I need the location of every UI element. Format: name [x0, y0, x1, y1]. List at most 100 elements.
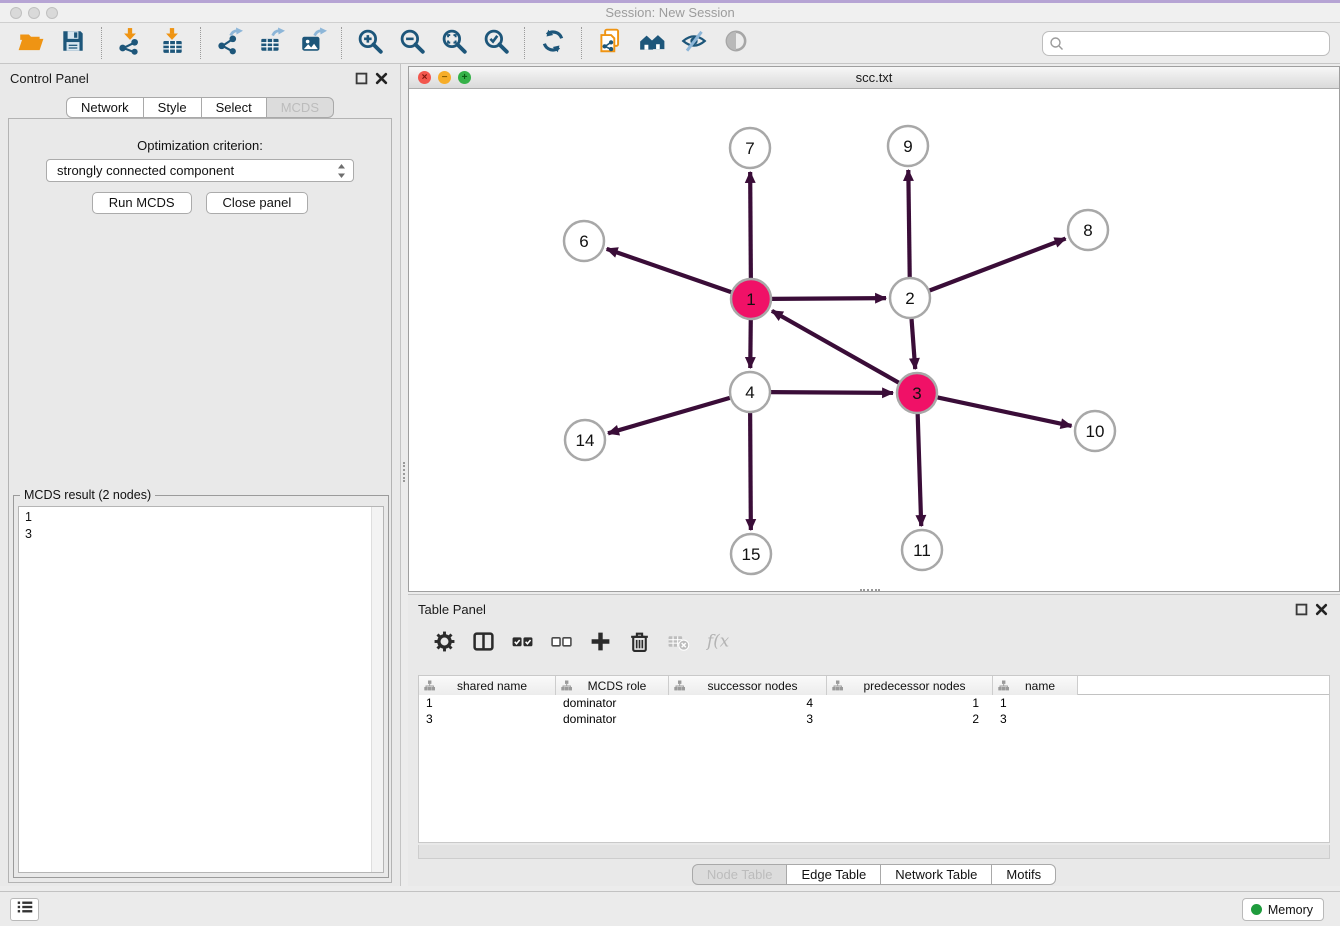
export-table-icon: [257, 27, 285, 60]
tab-network-table[interactable]: Network Table: [880, 864, 992, 885]
graph-node-label: 1: [746, 290, 755, 309]
mcds-result-list[interactable]: 13: [18, 506, 384, 873]
graph-node-11[interactable]: 11: [902, 530, 942, 570]
graph-node-7[interactable]: 7: [730, 128, 770, 168]
refresh-layout-button[interactable]: [532, 25, 574, 61]
graph-node-14[interactable]: 14: [565, 420, 605, 460]
graph-node-label: 7: [745, 139, 754, 158]
import-network-button[interactable]: [109, 25, 151, 61]
graph-edge-1-7[interactable]: [750, 172, 751, 278]
copy-network-button[interactable]: [589, 25, 631, 61]
cell-name[interactable]: 1: [993, 695, 1078, 711]
delete-table-button: [666, 633, 690, 655]
column-header-label: predecessor nodes: [863, 679, 965, 693]
graph-edge-1-2[interactable]: [772, 298, 886, 299]
graph-edge-3-11[interactable]: [918, 414, 922, 526]
table-toolbar: f(x): [418, 623, 1330, 665]
import-table-button[interactable]: [151, 25, 193, 61]
graph-edge-4-15[interactable]: [750, 413, 751, 530]
close-panel-icon[interactable]: [1315, 603, 1328, 616]
network-home-button[interactable]: [631, 25, 673, 61]
graph-node-3[interactable]: 3: [897, 373, 937, 413]
result-scrollbar[interactable]: [371, 507, 383, 872]
search-input[interactable]: [1042, 31, 1330, 56]
cell-successor-nodes[interactable]: 4: [669, 695, 827, 711]
columns-button[interactable]: [471, 633, 495, 655]
export-table-button[interactable]: [250, 25, 292, 61]
tab-motifs[interactable]: Motifs: [991, 864, 1056, 885]
cell-predecessor-nodes[interactable]: 2: [827, 711, 993, 727]
mcds-result-title: MCDS result (2 nodes): [20, 488, 155, 502]
close-panel-button[interactable]: Close panel: [206, 192, 309, 214]
cell-name[interactable]: 3: [993, 711, 1078, 727]
tab-edge-table[interactable]: Edge Table: [786, 864, 881, 885]
table-row: 3dominator323: [419, 711, 1329, 727]
graph-node-15[interactable]: 15: [731, 534, 771, 574]
graph-edge-4-3[interactable]: [771, 392, 893, 393]
graph-edge-1-6[interactable]: [607, 249, 731, 292]
save-button[interactable]: [52, 25, 94, 61]
network-canvas[interactable]: 1 2 3 4 6 7 8 9 10 11 14 15: [409, 90, 1339, 597]
graph-node-8[interactable]: 8: [1068, 210, 1108, 250]
graph-edge-3-1[interactable]: [772, 311, 899, 383]
tab-select[interactable]: Select: [201, 97, 267, 118]
cell-mcds-role[interactable]: dominator: [556, 695, 669, 711]
column-header-predecessor-nodes[interactable]: predecessor nodes: [827, 676, 993, 695]
memory-button[interactable]: Memory: [1242, 898, 1324, 921]
cell-successor-nodes[interactable]: 3: [669, 711, 827, 727]
column-header-name[interactable]: name: [993, 676, 1078, 695]
run-mcds-button[interactable]: Run MCDS: [92, 192, 192, 214]
export-network-button[interactable]: [208, 25, 250, 61]
cell-shared-name[interactable]: 3: [419, 711, 556, 727]
add-button[interactable]: [588, 633, 612, 655]
cell-predecessor-nodes[interactable]: 1: [827, 695, 993, 711]
graph-node-2[interactable]: 2: [890, 278, 930, 318]
graph-edge-3-10[interactable]: [938, 397, 1072, 426]
graph-edge-2-3[interactable]: [912, 319, 916, 369]
graph-node-6[interactable]: 6: [564, 221, 604, 261]
hide-panel-button[interactable]: [673, 25, 715, 61]
graph-node-9[interactable]: 9: [888, 126, 928, 166]
memory-status-dot: [1251, 904, 1262, 915]
delete-table-icon: [667, 630, 690, 658]
control-panel-tabs: NetworkStyleSelectMCDS: [0, 97, 400, 118]
gear-button[interactable]: [432, 633, 456, 655]
deselect-all-button[interactable]: [549, 633, 573, 655]
criterion-selected-value: strongly connected component: [57, 163, 234, 178]
zoom-in-button[interactable]: [349, 25, 391, 61]
close-panel-icon[interactable]: [375, 72, 388, 85]
cell-shared-name[interactable]: 1: [419, 695, 556, 711]
graph-node-4[interactable]: 4: [730, 372, 770, 412]
float-panel-icon[interactable]: [355, 72, 368, 85]
graph-edge-4-14[interactable]: [608, 398, 730, 433]
column-header-mcds-role[interactable]: MCDS role: [556, 676, 669, 695]
column-header-shared-name[interactable]: shared name: [419, 676, 556, 695]
float-panel-icon[interactable]: [1295, 603, 1308, 616]
vertical-splitter-handle[interactable]: [403, 462, 406, 482]
zoom-selected-button[interactable]: [475, 25, 517, 61]
tab-network[interactable]: Network: [66, 97, 144, 118]
task-history-button[interactable]: [10, 898, 39, 921]
tab-style[interactable]: Style: [143, 97, 202, 118]
zoom-out-button[interactable]: [391, 25, 433, 61]
table-hscrollbar[interactable]: [418, 845, 1330, 859]
horizontal-splitter-handle[interactable]: [860, 589, 880, 592]
graph-edge-2-8[interactable]: [930, 239, 1066, 291]
tab-mcds[interactable]: MCDS: [266, 97, 334, 118]
open-button[interactable]: [10, 25, 52, 61]
refresh-layout-icon: [539, 27, 567, 60]
criterion-select[interactable]: strongly connected component: [46, 159, 354, 182]
graph-edge-1-4[interactable]: [750, 320, 751, 368]
network-view-titlebar[interactable]: × − + scc.txt: [409, 67, 1339, 89]
zoom-fit-button[interactable]: [433, 25, 475, 61]
graph-node-10[interactable]: 10: [1075, 411, 1115, 451]
export-image-button[interactable]: [292, 25, 334, 61]
select-all-button[interactable]: [510, 633, 534, 655]
graph-node-1[interactable]: 1: [731, 279, 771, 319]
delete-button[interactable]: [627, 633, 651, 655]
cell-mcds-role[interactable]: dominator: [556, 711, 669, 727]
show-panel-button[interactable]: [715, 25, 757, 61]
column-header-successor-nodes[interactable]: successor nodes: [669, 676, 827, 695]
graph-edge-2-9[interactable]: [908, 170, 909, 277]
tab-node-table[interactable]: Node Table: [692, 864, 788, 885]
